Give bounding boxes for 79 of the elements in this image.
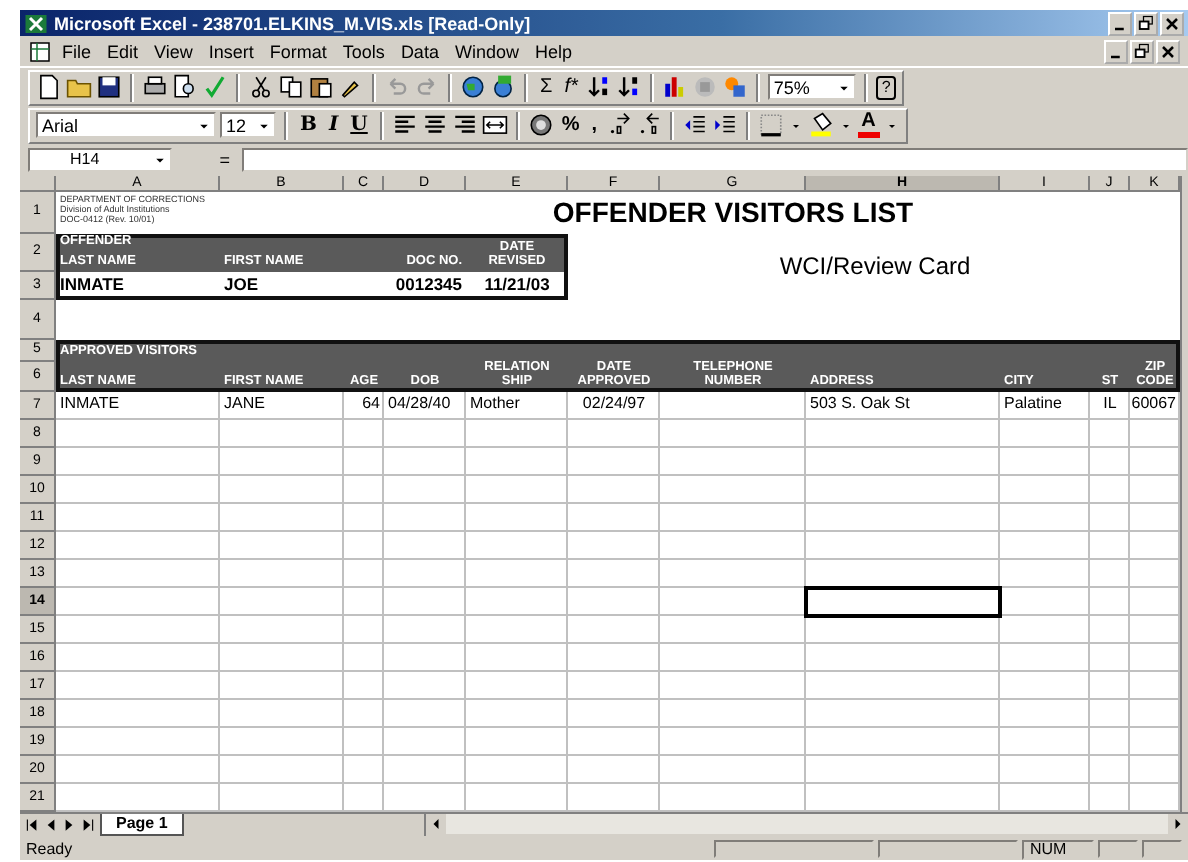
increase-decimal-icon[interactable]	[605, 112, 632, 139]
bold-button[interactable]: B	[296, 112, 321, 139]
merge-center-icon[interactable]	[481, 112, 508, 139]
globe-icon[interactable]	[460, 74, 486, 101]
borders-icon[interactable]	[757, 112, 784, 139]
decrease-decimal-icon[interactable]	[635, 112, 662, 139]
menu-item[interactable]: Tools	[336, 41, 391, 62]
fill-color-icon[interactable]	[807, 112, 834, 139]
formula-input[interactable]	[242, 147, 1188, 171]
spell-check-icon[interactable]	[202, 74, 228, 101]
table-cell-text: 60067	[1130, 392, 1178, 417]
sort-descending-icon[interactable]	[615, 74, 642, 101]
comma-button[interactable]: ,	[587, 112, 602, 139]
table-cell-text: INMATE	[58, 272, 126, 299]
menu-item[interactable]: Edit	[101, 41, 145, 62]
name-box[interactable]: H14	[28, 147, 172, 171]
close-icon[interactable]	[1160, 11, 1184, 36]
drawing-shapes-icon[interactable]	[721, 74, 748, 101]
minimize-icon[interactable]	[1108, 11, 1132, 36]
close-icon[interactable]	[1156, 39, 1180, 64]
font-size-field[interactable]: 12	[220, 112, 276, 139]
restore-icon[interactable]	[1134, 11, 1158, 36]
restore-icon[interactable]	[1130, 39, 1154, 64]
table-cell-text: 11/21/03	[482, 272, 552, 299]
menu-item[interactable]: Window	[448, 41, 525, 62]
menu-item[interactable]: Data	[394, 41, 445, 62]
minimize-icon[interactable]	[1104, 39, 1128, 64]
menu-item[interactable]: Help	[528, 41, 578, 62]
window-title: Microsoft Excel - 238701.ELKINS_M.VIS.xls [Read-Only]	[54, 13, 533, 34]
folder-icon[interactable]	[66, 74, 92, 101]
scissors-icon[interactable]	[248, 74, 274, 101]
help-button[interactable]: ?	[875, 75, 897, 100]
copy-icon[interactable]	[278, 74, 304, 101]
table-cell-text: JOE	[222, 272, 261, 299]
horizontal-scrollbar[interactable]	[445, 814, 1168, 834]
clipboard-icon[interactable]	[308, 74, 334, 101]
select-all-corner[interactable]	[20, 175, 56, 191]
last-sheet-icon[interactable]	[78, 815, 96, 833]
sheet-title: OFFENDER VISITORS LIST	[550, 193, 916, 232]
table-cell-text: Palatine	[1002, 392, 1064, 417]
document-icon[interactable]	[36, 74, 62, 101]
font-name-field[interactable]: Arial	[36, 112, 216, 139]
vertical-scrollbar[interactable]	[1180, 175, 1188, 811]
sort-ascending-icon[interactable]	[585, 74, 612, 101]
menu-item[interactable]: Insert	[202, 41, 260, 62]
font-color-button[interactable]: A	[857, 112, 880, 139]
next-sheet-icon[interactable]	[60, 815, 78, 833]
align-right-icon[interactable]	[451, 112, 478, 139]
function-button[interactable]: f*	[560, 74, 582, 101]
table-cell-text: 04/28/40	[386, 392, 453, 417]
table-cell-text: INMATE	[58, 392, 122, 417]
table-cell-text: 503 S. Oak St	[808, 392, 912, 417]
table-cell-text: 02/24/97	[580, 392, 648, 417]
percent-button[interactable]: %	[557, 112, 584, 139]
table-cell-text: 0012345	[393, 272, 464, 299]
previous-sheet-icon[interactable]	[42, 815, 60, 833]
table-cell-text: JANE	[222, 392, 267, 417]
spreadsheet-app-icon	[24, 11, 48, 36]
bar-chart-icon[interactable]	[661, 74, 688, 101]
table-cell-text: IL	[1101, 392, 1119, 417]
workbook-icon[interactable]	[28, 39, 52, 64]
status-text: Ready	[26, 840, 75, 859]
autosum-button[interactable]: Σ	[536, 74, 557, 101]
first-sheet-icon[interactable]	[24, 815, 42, 833]
menu-item[interactable]: Format	[263, 41, 333, 62]
underline-button[interactable]: U	[346, 112, 372, 139]
equals-sign: =	[217, 149, 232, 169]
italic-button[interactable]: I	[324, 112, 343, 139]
print-preview-icon[interactable]	[172, 74, 198, 101]
zoom-field[interactable]: 75%	[767, 74, 856, 101]
menu-item[interactable]: View	[148, 41, 199, 62]
sheet-subtitle: WCI/Review Card	[777, 249, 973, 284]
sheet-tab[interactable]: Page 1	[100, 813, 184, 835]
table-cell-text: Mother	[468, 392, 522, 417]
menu-item[interactable]: File	[56, 41, 98, 62]
num-lock-indicator: NUM	[1022, 839, 1094, 860]
table-cell-text: 64	[360, 392, 382, 417]
align-left-icon[interactable]	[391, 112, 418, 139]
align-center-icon[interactable]	[421, 112, 448, 139]
